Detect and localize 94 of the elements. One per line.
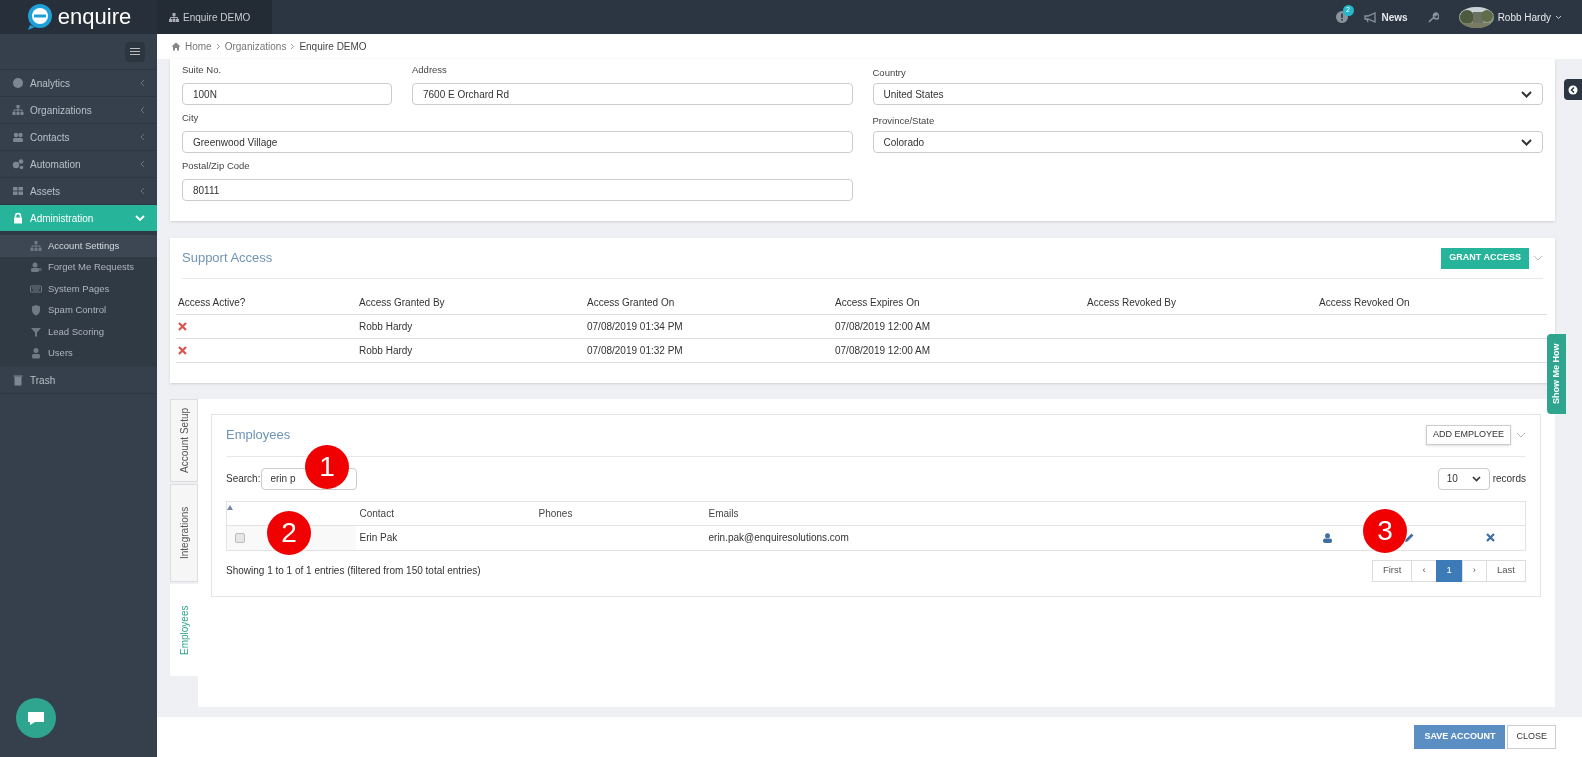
- chevron-down-icon: [1521, 138, 1532, 146]
- table-cell: Robb Hardy: [357, 314, 585, 338]
- add-employee-button[interactable]: ADD EMPLOYEE: [1425, 425, 1511, 445]
- column-header: Access Revoked By: [1085, 292, 1317, 314]
- breadcrumb-link[interactable]: Home: [185, 39, 212, 54]
- lock-icon: [12, 212, 24, 224]
- breadcrumb-current: Enquire DEMO: [299, 40, 367, 54]
- search-label: Search:: [226, 472, 261, 486]
- field-label: Province/State: [872, 113, 936, 128]
- pagination-button[interactable]: Last: [1486, 559, 1526, 582]
- logo-icon: [25, 3, 54, 31]
- sidebar-item[interactable]: Trash: [0, 367, 157, 394]
- chevron-right-icon: [290, 43, 296, 50]
- column-header: Access Granted On: [585, 292, 833, 314]
- table-cell: erin.pak@enquiresolutions.com: [704, 525, 1311, 550]
- hierarchy-icon: [30, 239, 42, 252]
- column-header[interactable]: Emails: [704, 501, 1311, 525]
- pagination-button[interactable]: ‹: [1411, 559, 1437, 582]
- field-label: Suite No.: [182, 63, 223, 78]
- submenu-item[interactable]: Forget Me Requests: [0, 256, 157, 278]
- field-label: City: [182, 111, 200, 126]
- submenu-item[interactable]: Spam Control: [0, 299, 157, 321]
- table-cell: Robb Hardy: [357, 338, 585, 362]
- home-icon: [171, 42, 181, 51]
- table-cell: Erin Pak: [355, 525, 535, 550]
- close-button[interactable]: CLOSE: [1507, 725, 1556, 749]
- collapse-panel-button[interactable]: [1564, 79, 1582, 100]
- section-title: Support Access: [182, 249, 273, 268]
- hierarchy-icon: [12, 104, 24, 116]
- column-header[interactable]: Phones: [534, 501, 705, 525]
- breadcrumb-link[interactable]: Organizations: [224, 39, 287, 54]
- input-field[interactable]: 100N: [182, 83, 392, 105]
- wrench-icon[interactable]: [1427, 11, 1439, 23]
- checkbox[interactable]: [235, 533, 245, 544]
- column-header: Access Revoked On: [1317, 292, 1547, 314]
- chat-icon: [27, 710, 45, 726]
- input-field[interactable]: 7600 E Orchard Rd: [412, 83, 853, 105]
- page-size-select[interactable]: 10: [1437, 467, 1490, 490]
- sidebar-item[interactable]: Contacts: [0, 124, 157, 151]
- table-cell: 07/08/2019 01:32 PM: [585, 338, 833, 362]
- submenu-item[interactable]: Users: [0, 342, 157, 364]
- back-icon: [1568, 84, 1578, 95]
- filter-icon: [30, 325, 42, 338]
- sidebar-item[interactable]: Organizations: [0, 97, 157, 124]
- field-label: Address: [412, 63, 448, 78]
- field-label: Postal/Zip Code: [182, 159, 251, 174]
- menu-button[interactable]: [125, 41, 145, 62]
- select-field[interactable]: Colorado: [872, 131, 1543, 153]
- chevron-down-icon: [1471, 475, 1481, 482]
- column-header: Access Expires On: [833, 292, 1085, 314]
- records-label: records: [1492, 472, 1526, 486]
- submenu-item[interactable]: System Pages: [0, 278, 157, 300]
- column-header[interactable]: Contact: [355, 501, 535, 525]
- user-menu[interactable]: Robb Hardy: [1458, 6, 1562, 28]
- input-field[interactable]: 80111: [182, 179, 853, 201]
- chevron-right-icon: [215, 43, 221, 50]
- grid-icon: [12, 185, 24, 197]
- pagination-button[interactable]: ›: [1461, 559, 1488, 582]
- column-header: Access Active?: [176, 292, 357, 314]
- pagination-button[interactable]: 1: [1435, 559, 1463, 582]
- side-tab[interactable]: Integrations: [170, 483, 198, 582]
- sidebar-item[interactable]: Automation: [0, 151, 157, 178]
- trash-icon: [12, 374, 24, 386]
- user-icon: [30, 347, 42, 360]
- alert-icon[interactable]: [1335, 11, 1348, 23]
- chevron-down-icon: [1521, 90, 1532, 98]
- megaphone-icon: [1363, 11, 1378, 23]
- sort-up-icon[interactable]: [227, 504, 233, 510]
- sidebar-item[interactable]: Analytics: [0, 70, 157, 97]
- pagination-button[interactable]: First: [1371, 559, 1413, 582]
- side-tab[interactable]: Account Setup: [170, 398, 198, 482]
- chevron-down-icon: [1555, 14, 1562, 20]
- column-header: Access Granted By: [357, 292, 585, 314]
- org-tab[interactable]: Enquire DEMO: [157, 0, 272, 34]
- user-icon[interactable]: [1322, 532, 1332, 543]
- table-cell: 07/08/2019 01:34 PM: [585, 314, 833, 338]
- field-label: Country: [872, 65, 907, 80]
- select-field[interactable]: United States: [872, 83, 1543, 105]
- table-cell: 07/08/2019 12:00 AM: [833, 314, 1085, 338]
- logo-text: enquire: [57, 6, 132, 28]
- entries-info: Showing 1 to 1 of 1 entries (filtered from 150 total entries): [226, 564, 481, 578]
- shield-icon: [30, 304, 42, 317]
- table-cell: 07/08/2019 12:00 AM: [833, 338, 1085, 362]
- chat-button[interactable]: [16, 698, 56, 738]
- keyboard-icon: [30, 282, 42, 295]
- submenu-item[interactable]: Lead Scoring: [0, 321, 157, 343]
- input-field[interactable]: Greenwood Village: [182, 131, 853, 153]
- news-link[interactable]: News: [1363, 9, 1408, 25]
- section-title: Employees: [226, 426, 291, 445]
- delete-icon[interactable]: [1485, 533, 1495, 542]
- user-x-icon: [30, 261, 42, 274]
- submenu-item[interactable]: Account Settings: [0, 235, 157, 257]
- people-icon: [12, 131, 24, 143]
- hierarchy-icon: [169, 12, 179, 22]
